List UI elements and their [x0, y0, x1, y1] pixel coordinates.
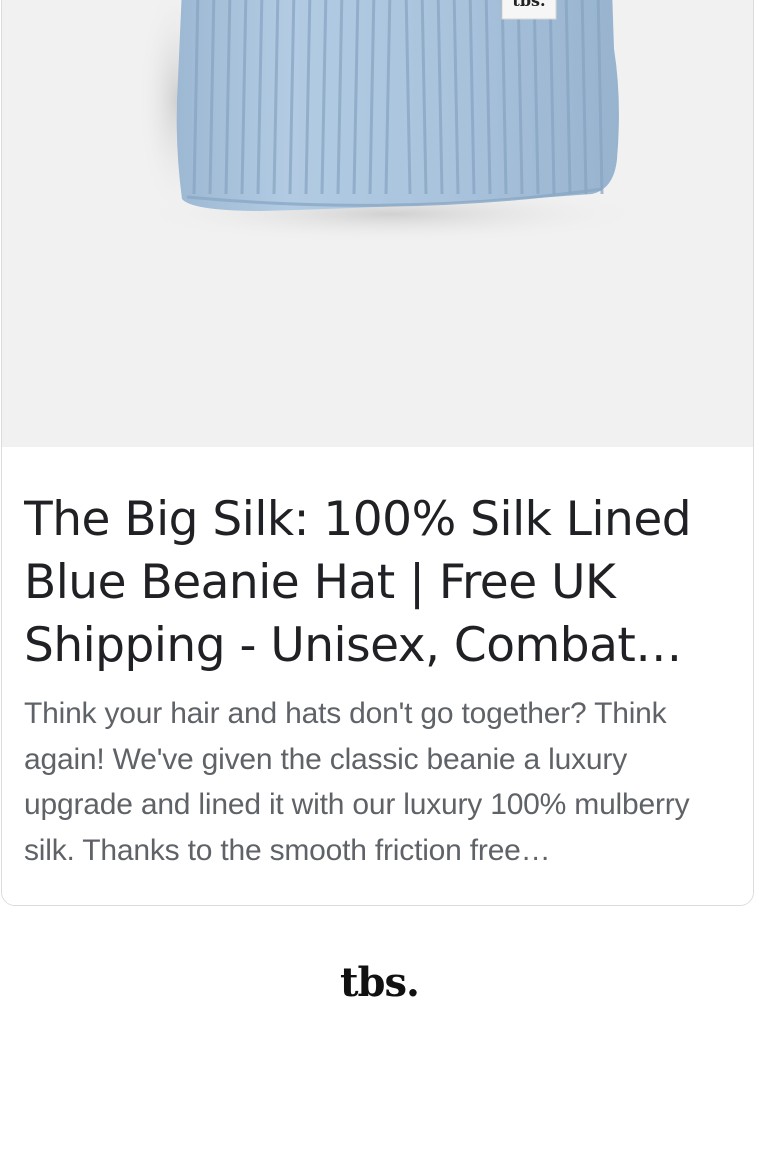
product-image[interactable]: tbs. — [2, 0, 753, 447]
beanie-illustration: tbs. — [132, 0, 652, 244]
product-description: Think your hair and hats don't go togeth… — [24, 697, 690, 867]
product-card-body: The Big Silk: 100% Silk Lined Blue Beani… — [2, 447, 753, 905]
beanie-label-text: tbs. — [512, 0, 545, 10]
page: tbs. The Big Silk: 100% Silk Lined Blue … — [0, 0, 759, 1152]
product-title[interactable]: The Big Silk: 100% Silk Lined Blue Beani… — [24, 488, 724, 677]
brand-logo[interactable]: tbs. — [0, 958, 759, 1008]
product-card[interactable]: tbs. The Big Silk: 100% Silk Lined Blue … — [1, 0, 754, 906]
